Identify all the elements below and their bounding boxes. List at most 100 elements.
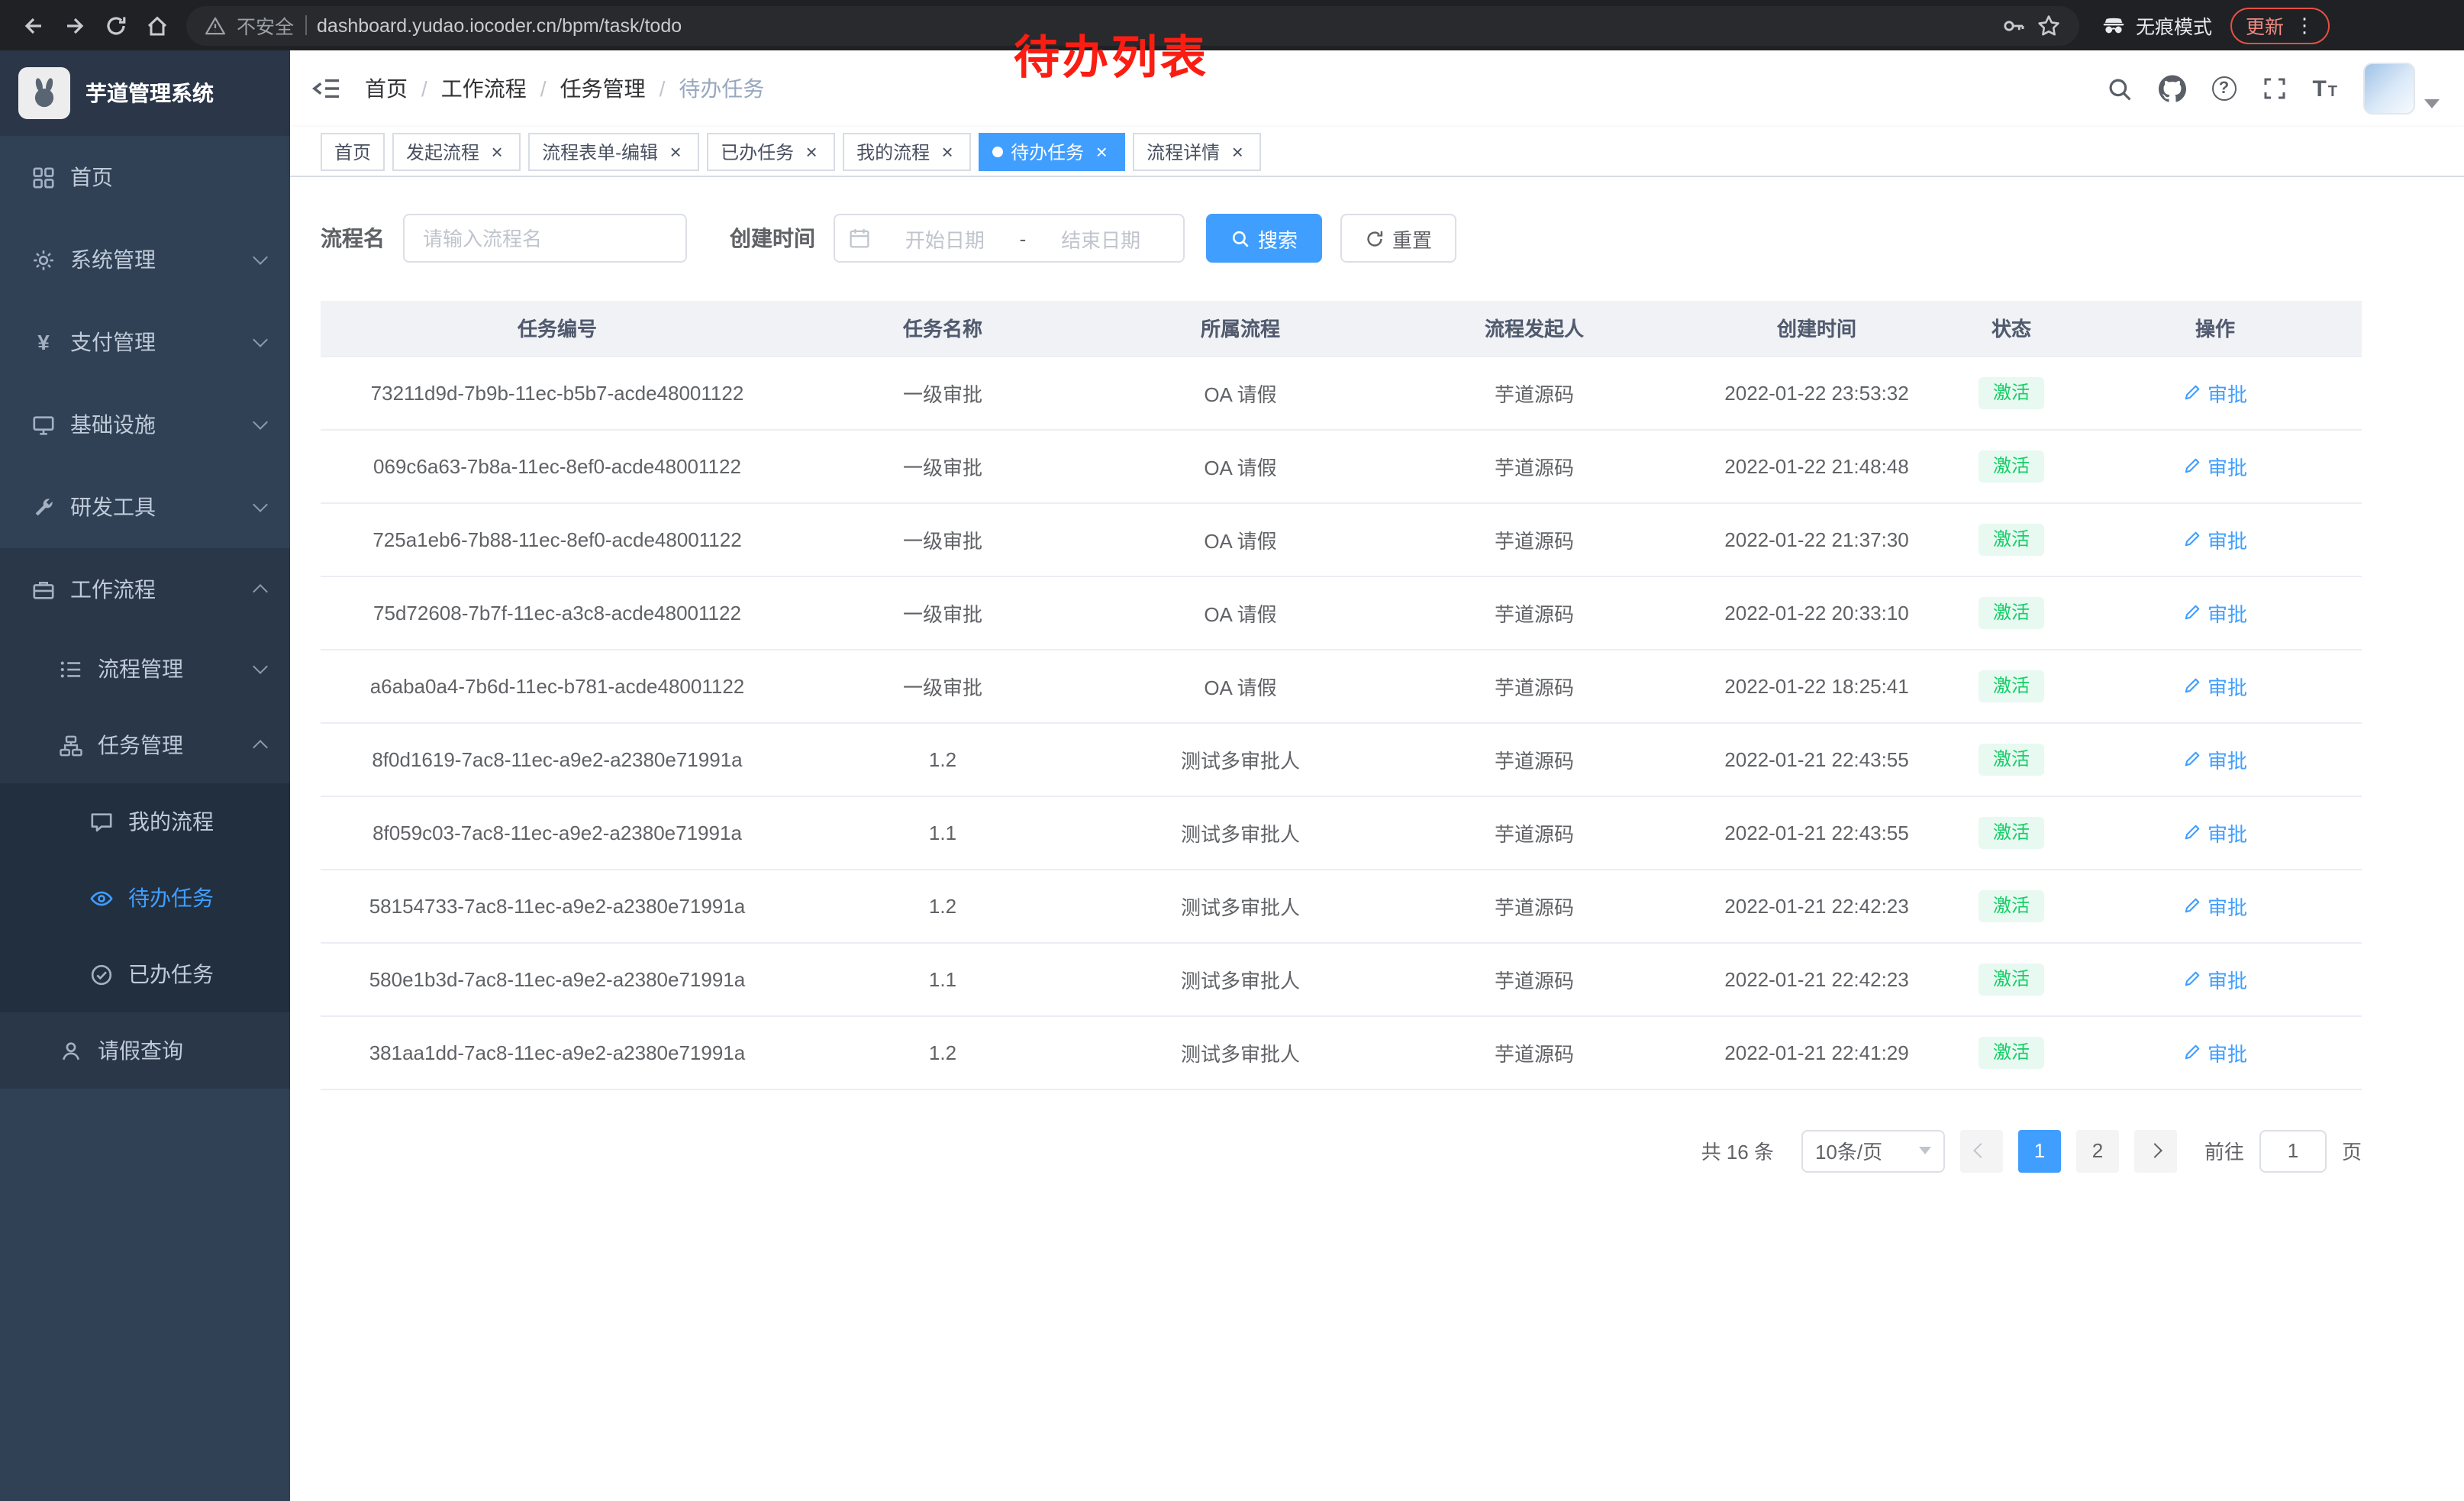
table-row: 58154733-7ac8-11ec-a9e2-a2380e71991a 1.2… xyxy=(321,869,2362,942)
approve-link[interactable]: 审批 xyxy=(2183,744,2247,773)
chevron-down-icon xyxy=(253,415,268,430)
browser-menu-icon[interactable]: ⋮ xyxy=(2295,15,2314,35)
tab-done-task[interactable]: 已办任务 × xyxy=(707,132,835,170)
task-id-cell: 75d72608-7b7f-11ec-a3c8-acde48001122 xyxy=(321,576,794,649)
column-process: 所属流程 xyxy=(1092,301,1389,356)
table-row: 069c6a63-7b8a-11ec-8ef0-acde48001122 一级审… xyxy=(321,429,2362,502)
sidebar-item-payment-mgmt[interactable]: ¥ 支付管理 xyxy=(0,301,290,383)
tab-label: 发起流程 xyxy=(406,138,479,164)
process-cell: OA 请假 xyxy=(1092,649,1389,722)
action-cell: 审批 xyxy=(2069,942,2362,1015)
search-button[interactable]: 搜索 xyxy=(1206,214,1322,263)
user-menu[interactable] xyxy=(2363,63,2440,115)
sidebar-item-task-mgmt[interactable]: 任务管理 xyxy=(0,707,290,783)
browser-reload-icon[interactable] xyxy=(95,5,136,46)
browser-back-icon[interactable] xyxy=(12,5,53,46)
page-button-1[interactable]: 1 xyxy=(2018,1129,2061,1172)
active-tab-dot xyxy=(992,146,1003,157)
table-row: 725a1eb6-7b88-11ec-8ef0-acde48001122 一级审… xyxy=(321,502,2362,576)
caret-down-icon xyxy=(2424,99,2440,108)
task-name-cell: 1.1 xyxy=(794,942,1092,1015)
breadcrumb-current: 待办任务 xyxy=(679,73,764,104)
tab-my-process[interactable]: 我的流程 × xyxy=(843,132,971,170)
tab-form-edit[interactable]: 流程表单-编辑 × xyxy=(528,132,699,170)
page-size-select[interactable]: 10条/页 xyxy=(1801,1129,1945,1172)
sidebar-toggle-icon[interactable] xyxy=(311,76,340,101)
fullscreen-icon[interactable] xyxy=(2262,76,2286,101)
tab-close-icon[interactable]: × xyxy=(666,141,685,161)
chevron-down-icon xyxy=(1919,1147,1931,1154)
help-icon[interactable]: ? xyxy=(2211,76,2236,101)
action-cell: 审批 xyxy=(2069,869,2362,942)
approve-link[interactable]: 审批 xyxy=(2183,818,2247,847)
status-badge: 激活 xyxy=(1979,889,2043,922)
font-size-icon[interactable]: TT xyxy=(2312,77,2337,100)
tab-close-icon[interactable]: × xyxy=(487,141,507,161)
browser-forward-icon[interactable] xyxy=(53,5,95,46)
goto-page-input[interactable] xyxy=(2259,1129,2327,1172)
approve-link[interactable]: 审批 xyxy=(2183,451,2247,480)
approve-link[interactable]: 审批 xyxy=(2183,671,2247,700)
approve-link[interactable]: 审批 xyxy=(2183,964,2247,993)
page-content: 流程名 创建时间 开始日期 - 结束日期 搜索 xyxy=(290,177,2464,1501)
page-button-2[interactable]: 2 xyxy=(2076,1129,2119,1172)
list-icon xyxy=(58,657,84,680)
sidebar-item-infrastructure[interactable]: 基础设施 xyxy=(0,383,290,466)
approve-link[interactable]: 审批 xyxy=(2183,891,2247,920)
approve-link[interactable]: 审批 xyxy=(2183,525,2247,554)
sidebar-item-workflow[interactable]: 工作流程 xyxy=(0,548,290,631)
action-cell: 审批 xyxy=(2069,502,2362,576)
tab-start-process[interactable]: 发起流程 × xyxy=(392,132,521,170)
status-cell: 激活 xyxy=(1954,649,2069,722)
address-bar-divider xyxy=(305,15,306,35)
table-row: a6aba0a4-7b6d-11ec-b781-acde48001122 一级审… xyxy=(321,649,2362,722)
tab-process-detail[interactable]: 流程详情 × xyxy=(1133,132,1261,170)
sidebar-item-done-task[interactable]: 已办任务 xyxy=(0,936,290,1012)
approve-link-label: 审批 xyxy=(2208,744,2247,773)
breadcrumb-task-mgmt[interactable]: 任务管理 xyxy=(560,73,646,104)
browser-update-button[interactable]: 更新 ⋮ xyxy=(2230,7,2330,44)
sidebar-item-home[interactable]: 首页 xyxy=(0,136,290,218)
task-id-cell: 58154733-7ac8-11ec-a9e2-a2380e71991a xyxy=(321,869,794,942)
tab-home[interactable]: 首页 xyxy=(321,132,385,170)
sidebar-item-dev-tools[interactable]: 研发工具 xyxy=(0,466,290,548)
prev-page-button[interactable] xyxy=(1960,1129,2003,1172)
reset-button[interactable]: 重置 xyxy=(1340,214,1456,263)
approve-link[interactable]: 审批 xyxy=(2183,598,2247,627)
tab-close-icon[interactable]: × xyxy=(1092,141,1111,161)
approve-link[interactable]: 审批 xyxy=(2183,378,2247,407)
tab-close-icon[interactable]: × xyxy=(801,141,821,161)
approve-link[interactable]: 审批 xyxy=(2183,1038,2247,1067)
sidebar-item-todo-task[interactable]: 待办任务 xyxy=(0,860,290,936)
sidebar-item-process-mgmt[interactable]: 流程管理 xyxy=(0,631,290,707)
page-url: dashboard.yudao.iocoder.cn/bpm/task/todo xyxy=(317,15,682,36)
next-page-button[interactable] xyxy=(2134,1129,2177,1172)
workflow-submenu: 工作流程 流程管理 任务管理 xyxy=(0,548,290,1089)
tab-todo-task[interactable]: 待办任务 × xyxy=(979,132,1125,170)
browser-home-icon[interactable] xyxy=(136,5,177,46)
status-cell: 激活 xyxy=(1954,429,2069,502)
task-id-cell: 73211d9d-7b9b-11ec-b5b7-acde48001122 xyxy=(321,356,794,429)
column-status: 状态 xyxy=(1954,301,2069,356)
sidebar-item-label: 待办任务 xyxy=(128,883,214,913)
date-range-picker[interactable]: 开始日期 - 结束日期 xyxy=(834,214,1185,263)
sidebar-item-leave-query[interactable]: 请假查询 xyxy=(0,1012,290,1089)
tab-close-icon[interactable]: × xyxy=(937,141,957,161)
breadcrumb-home[interactable]: 首页 xyxy=(365,73,408,104)
tab-close-icon[interactable]: × xyxy=(1227,141,1247,161)
breadcrumb-workflow[interactable]: 工作流程 xyxy=(441,73,527,104)
goto-label: 前往 xyxy=(2204,1136,2244,1165)
process-name-input[interactable] xyxy=(403,214,687,263)
task-name-cell: 1.2 xyxy=(794,722,1092,796)
search-icon[interactable] xyxy=(2106,76,2132,102)
github-icon[interactable] xyxy=(2158,75,2185,102)
security-warning-icon xyxy=(205,15,226,36)
end-date-field[interactable]: 结束日期 xyxy=(1032,224,1169,253)
sidebar-item-my-process[interactable]: 我的流程 xyxy=(0,783,290,860)
start-date-field[interactable]: 开始日期 xyxy=(876,224,1014,253)
password-key-icon[interactable] xyxy=(2001,13,2026,37)
avatar[interactable] xyxy=(2363,63,2415,115)
bookmark-star-icon[interactable] xyxy=(2037,13,2061,37)
app-logo: 芋道管理系统 xyxy=(0,50,290,136)
sidebar-item-system-mgmt[interactable]: 系统管理 xyxy=(0,218,290,301)
